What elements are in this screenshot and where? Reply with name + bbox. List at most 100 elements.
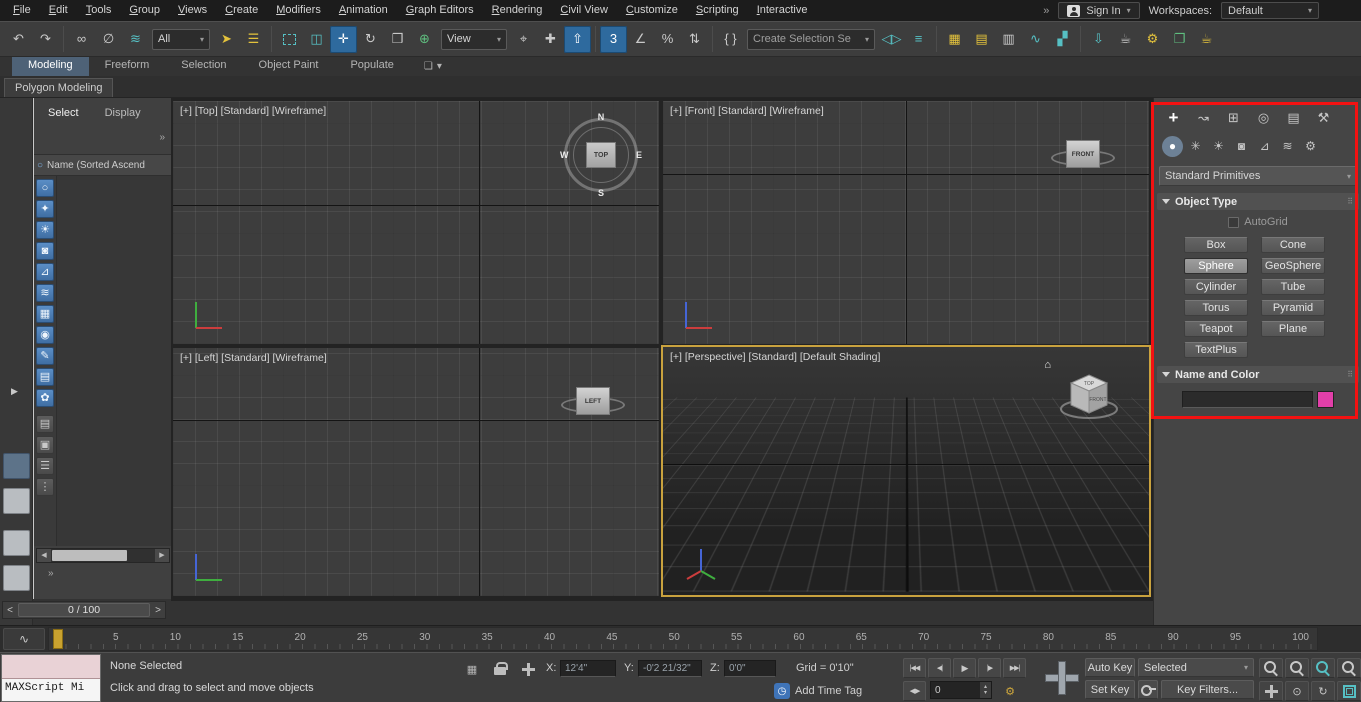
polygon-modeling-tab[interactable]: Polygon Modeling [4, 78, 114, 97]
current-frame-marker[interactable] [53, 629, 63, 649]
mirror-icon[interactable]: ◁▷ [878, 26, 905, 53]
scroll-left-icon[interactable]: ◀ [37, 549, 51, 562]
menu-item[interactable]: Create [216, 1, 267, 20]
display-filter-icon[interactable]: ✦ [36, 200, 54, 218]
auto-key-button[interactable]: Auto Key [1085, 658, 1135, 677]
percent-snap-icon[interactable]: % [654, 26, 681, 53]
viewport-label[interactable]: [+] [Front] [Standard] [Wireframe] [670, 105, 824, 117]
selection-lock-icon[interactable] [490, 659, 510, 677]
previous-frame-button[interactable]: ◀| [928, 658, 951, 678]
compass-south[interactable]: S [598, 188, 604, 198]
coord-z-input[interactable]: 0'0" [724, 660, 776, 677]
time-configuration-icon[interactable]: ⚙ [1000, 682, 1020, 700]
render-setup-icon[interactable]: ⚙ [1139, 26, 1166, 53]
display-filter-icon[interactable]: ◙ [36, 242, 54, 260]
hierarchy-tab-icon[interactable]: ⊞ [1220, 106, 1247, 130]
object-type-button[interactable]: Pyramid [1261, 300, 1325, 316]
use-pivot-point-center-icon[interactable]: ⌖ [510, 26, 537, 53]
viewport-front[interactable]: [+] [Front] [Standard] [Wireframe] FRONT [663, 101, 1149, 344]
object-type-button[interactable]: GeoSphere [1261, 258, 1325, 274]
pan-view-icon[interactable] [1259, 681, 1283, 701]
menu-item[interactable]: File [4, 1, 40, 20]
viewcube-face[interactable]: LEFT [576, 387, 610, 415]
object-type-button[interactable]: Plane [1261, 321, 1325, 337]
add-time-tag-label[interactable]: Add Time Tag [795, 685, 862, 697]
menu-item[interactable]: Graph Editors [397, 1, 483, 20]
zoom-all-icon[interactable] [1285, 658, 1309, 678]
geometry-category-icon[interactable]: ● [1162, 136, 1183, 157]
menu-item[interactable]: Animation [330, 1, 397, 20]
snap-toggle-3d-icon[interactable]: 3 [600, 25, 627, 53]
display-filter-icon[interactable]: ▤ [36, 368, 54, 386]
viewcube[interactable]: LEFT [561, 378, 625, 424]
select-and-rotate-icon[interactable]: ↻ [357, 26, 384, 53]
viewcube-face[interactable]: FRONT [1066, 140, 1100, 168]
undo-icon[interactable]: ↶ [5, 26, 32, 53]
viewport-layout-tab[interactable] [3, 488, 30, 514]
compass-east[interactable]: E [636, 150, 642, 160]
timeline-ruler[interactable]: 5 10 15 20 25 30 35 40 45 50 55 60 65 70 75 80 85 90 95 100 [48, 627, 1318, 651]
frame-step-button[interactable]: ◀ ▶ [903, 681, 926, 701]
unlink-selection-icon[interactable]: ∅ [95, 26, 122, 53]
menu-item[interactable]: Customize [617, 1, 687, 20]
systems-category-icon[interactable]: ⚙ [1300, 136, 1321, 157]
coord-x-input[interactable]: 12'4" [560, 660, 616, 677]
set-key-button[interactable]: Set Key [1085, 680, 1135, 699]
menu-item[interactable]: Civil View [551, 1, 616, 20]
walk-through-icon[interactable]: ⊙ [1285, 681, 1309, 701]
menu-item[interactable]: Edit [40, 1, 77, 20]
align-icon[interactable]: ≡ [905, 26, 932, 53]
absolute-offset-toggle-icon[interactable] [518, 660, 538, 678]
overflow-chevron-icon[interactable]: » [159, 132, 165, 143]
object-category-dropdown[interactable]: Standard Primitives ▾ [1159, 166, 1357, 186]
scene-explorer-column-header[interactable]: ○ Name (Sorted Ascend [34, 154, 172, 176]
display-filter-icon[interactable]: ✿ [36, 389, 54, 407]
display-filter-icon[interactable]: ◉ [36, 326, 54, 344]
time-slider-value[interactable]: 0 / 100 [18, 603, 150, 617]
menu-item[interactable]: Tools [77, 1, 121, 20]
horizontal-scrollbar[interactable]: ◀ ▶ [36, 548, 170, 563]
next-frame-arrow-icon[interactable]: > [151, 605, 165, 616]
menu-item[interactable]: Scripting [687, 1, 748, 20]
add-time-tag-icon[interactable]: ◷ [774, 683, 790, 699]
render-in-cloud-icon[interactable]: ⇩ [1085, 26, 1112, 53]
sign-in-button[interactable]: Sign In ▾ [1058, 2, 1140, 19]
object-type-button[interactable]: Teapot [1184, 321, 1248, 337]
toggle-ribbon-icon[interactable]: ▥ [995, 26, 1022, 53]
motion-tab-icon[interactable]: ◎ [1250, 106, 1277, 130]
reference-coordinate-dropdown[interactable]: View ▾ [441, 28, 507, 50]
space-warps-category-icon[interactable]: ≋ [1277, 136, 1298, 157]
zoom-extents-icon[interactable] [1311, 658, 1335, 678]
viewport-layout-tab[interactable] [3, 530, 30, 556]
object-type-button[interactable]: TextPlus [1184, 342, 1248, 358]
ribbon-minimize-icon[interactable]: ▾ [437, 61, 442, 72]
viewport-label[interactable]: [+] [Perspective] [Standard] [Default Sh… [670, 351, 880, 363]
previous-frame-arrow-icon[interactable]: < [3, 605, 17, 616]
tab-select[interactable]: Select [48, 107, 79, 119]
object-type-button[interactable]: Sphere [1184, 258, 1248, 274]
name-and-color-rollout-header[interactable]: Name and Color ⠿ [1157, 366, 1359, 383]
next-frame-button[interactable]: |▶ [978, 658, 1001, 678]
object-type-button[interactable]: Tube [1261, 279, 1325, 295]
viewport-perspective[interactable]: [+] [Perspective] [Standard] [Default Sh… [661, 345, 1151, 597]
spinner-down-icon[interactable]: ▾ [984, 690, 987, 696]
object-type-button[interactable]: Cone [1261, 237, 1325, 253]
viewcube-top-label[interactable]: TOP [1084, 381, 1095, 387]
object-name-input[interactable] [1182, 391, 1313, 408]
viewcube-front-label[interactable]: FRONT [1089, 397, 1106, 403]
a360-gallery-icon[interactable]: ☕ [1112, 26, 1139, 53]
set-key-mode-icon-button[interactable] [1138, 680, 1158, 699]
rectangular-selection-region-icon[interactable] [276, 26, 303, 53]
filter-circle-icon[interactable]: ○ [37, 160, 43, 171]
viewcube-face[interactable]: TOP [586, 142, 616, 168]
menu-item[interactable]: Group [120, 1, 169, 20]
isolate-selection-icon[interactable]: ▦ [462, 660, 482, 678]
object-type-button[interactable]: Box [1184, 237, 1248, 253]
menu-item[interactable]: Rendering [483, 1, 552, 20]
select-and-scale-icon[interactable]: ❒ [384, 26, 411, 53]
object-color-swatch[interactable] [1317, 391, 1334, 408]
current-frame-spinner[interactable]: 0 ▴ ▾ [930, 681, 992, 699]
select-object-icon[interactable]: ➤ [213, 26, 240, 53]
select-and-link-icon[interactable]: ∞ [68, 26, 95, 53]
lights-category-icon[interactable]: ☀ [1208, 136, 1229, 157]
